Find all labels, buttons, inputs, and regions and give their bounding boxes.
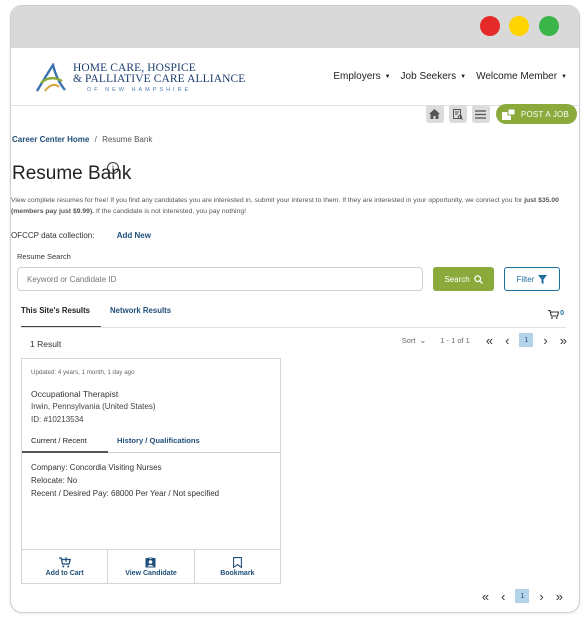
breadcrumb-career-center-home[interactable]: Career Center Home xyxy=(12,135,89,144)
view-candidate-button[interactable]: View Candidate xyxy=(108,550,195,583)
candidate-tabs: Current / Recent History / Qualification… xyxy=(22,432,280,453)
candidate-title[interactable]: Occupational Therapist xyxy=(31,389,118,399)
search-button[interactable]: Search xyxy=(433,267,494,291)
post-a-job-label: POST A JOB xyxy=(520,109,569,119)
nav-welcome-member-label: Welcome Member xyxy=(476,71,558,82)
bookmark-button[interactable]: Bookmark xyxy=(195,550,280,583)
post-a-job-button[interactable]: POST A JOB xyxy=(495,104,577,124)
close-window-button[interactable] xyxy=(480,16,500,36)
prev-page-icon[interactable]: ‹ xyxy=(501,590,505,603)
caret-down-icon: ▼ xyxy=(561,73,567,80)
candidate-relocate: Relocate: No xyxy=(31,476,78,485)
logo-mark-icon xyxy=(35,63,66,92)
candidate-location: Irwin, Pennsylvania (United States) xyxy=(31,402,156,411)
breadcrumb-current: Resume Bank xyxy=(102,135,153,144)
sort-pagination-bar: Sort ⌄ 1 - 1 of 1 « ‹ 1 › » xyxy=(402,333,573,347)
id-card-icon xyxy=(145,556,156,567)
intro-part-1: View complete resumes for free! If you f… xyxy=(11,197,525,204)
next-page-icon[interactable]: › xyxy=(543,334,547,347)
tab-this-sites-results[interactable]: This Site's Results xyxy=(21,306,101,328)
candidate-pay: Recent / Desired Pay: 68000 Per Year / N… xyxy=(31,489,220,498)
resume-search-button[interactable] xyxy=(448,105,467,123)
post-job-icon xyxy=(501,108,515,120)
resume-search-label: Resume Search xyxy=(17,252,71,261)
info-icon[interactable]: i xyxy=(107,162,119,174)
window-titlebar xyxy=(11,6,579,48)
ofccp-row: OFCCP data collection: Add New xyxy=(11,231,151,240)
tabs-divider xyxy=(21,327,566,328)
add-to-cart-button[interactable]: Add to Cart xyxy=(22,550,109,583)
list-icon xyxy=(475,109,487,119)
candidate-updated: Updated: 4 years, 1 month, 1 day ago xyxy=(31,369,135,376)
result-count: 1 Result xyxy=(30,339,62,349)
logo-line-3: OF NEW HAMPSHIRE xyxy=(87,86,192,93)
candidate-card: Updated: 4 years, 1 month, 1 day ago Occ… xyxy=(21,358,281,584)
nav-employers[interactable]: Employers ▼ xyxy=(333,71,390,82)
main-nav: Employers ▼ Job Seekers ▼ Welcome Member… xyxy=(323,71,567,82)
add-cart-icon xyxy=(58,556,71,567)
employer-toolbar: POST A JOB xyxy=(425,104,577,124)
site-header: HOME CARE, HOSPICE & PALLIATIVE CARE ALL… xyxy=(11,48,579,106)
nav-welcome-member[interactable]: Welcome Member ▼ xyxy=(476,71,567,82)
add-to-cart-label: Add to Cart xyxy=(45,569,84,577)
filter-button[interactable]: Filter xyxy=(504,267,560,291)
minimize-window-button[interactable] xyxy=(509,16,529,36)
bookmark-icon xyxy=(232,556,242,568)
result-range: 1 - 1 of 1 xyxy=(440,335,470,345)
first-page-icon[interactable]: « xyxy=(486,334,493,347)
home-icon xyxy=(429,109,441,119)
search-button-label: Search xyxy=(444,274,470,284)
ofccp-label: OFCCP data collection: xyxy=(11,231,95,240)
caret-down-icon: ▼ xyxy=(460,73,467,80)
first-page-icon[interactable]: « xyxy=(482,590,489,603)
caret-down-icon: ▼ xyxy=(384,73,391,80)
nav-job-seekers[interactable]: Job Seekers ▼ xyxy=(401,71,467,82)
prev-page-icon[interactable]: ‹ xyxy=(505,334,509,347)
logo-line-2: & PALLIATIVE CARE ALLIANCE xyxy=(73,73,246,86)
candidate-id: ID: #10213534 xyxy=(31,415,84,424)
cart-icon xyxy=(548,310,560,319)
tab-history-qualifications[interactable]: History / Qualifications xyxy=(117,436,200,445)
nav-employers-label: Employers xyxy=(333,71,381,82)
maximize-window-button[interactable] xyxy=(539,16,559,36)
candidate-details: Company: Concordia Visiting Nurses Reloc… xyxy=(31,461,219,500)
nav-job-seekers-label: Job Seekers xyxy=(400,71,457,82)
candidate-actions: Add to Cart View Candidate Bookmark xyxy=(22,549,280,583)
intro-part-2: If the candidate is not interested, you … xyxy=(94,208,247,215)
next-page-icon[interactable]: › xyxy=(539,590,543,603)
candidate-company: Company: Concordia Visiting Nurses xyxy=(31,463,162,472)
current-page[interactable]: 1 xyxy=(515,589,530,603)
search-input[interactable] xyxy=(17,267,423,291)
cart-count: 0 xyxy=(560,310,564,317)
last-page-icon[interactable]: » xyxy=(560,334,567,347)
chevron-down-icon: ⌄ xyxy=(419,335,427,345)
bottom-pagination: « ‹ 1 › » xyxy=(476,589,569,603)
home-button[interactable] xyxy=(425,105,444,123)
filter-button-label: Filter xyxy=(516,274,535,284)
sort-dropdown[interactable]: Sort ⌄ xyxy=(402,336,426,345)
filter-icon xyxy=(538,274,548,284)
breadcrumb: Career Center Home / Resume Bank xyxy=(12,135,152,144)
search-icon xyxy=(473,274,483,284)
sort-label: Sort xyxy=(401,335,416,345)
results-tabs: This Site's Results Network Results 0 xyxy=(11,306,566,328)
ofccp-add-new-link[interactable]: Add New xyxy=(117,231,151,240)
last-page-icon[interactable]: » xyxy=(556,590,563,603)
cart-button[interactable]: 0 xyxy=(548,310,564,319)
bookmark-label: Bookmark xyxy=(220,569,255,577)
alliance-logo[interactable]: HOME CARE, HOSPICE & PALLIATIVE CARE ALL… xyxy=(35,61,245,95)
breadcrumb-separator: / xyxy=(94,135,97,144)
resume-search-icon xyxy=(452,108,463,120)
list-button[interactable] xyxy=(471,105,490,123)
intro-text: View complete resumes for free! If you f… xyxy=(11,195,566,217)
current-page[interactable]: 1 xyxy=(519,333,534,347)
tab-current-recent[interactable]: Current / Recent xyxy=(22,432,108,453)
tab-network-results[interactable]: Network Results xyxy=(110,306,171,328)
view-candidate-label: View Candidate xyxy=(125,569,177,577)
